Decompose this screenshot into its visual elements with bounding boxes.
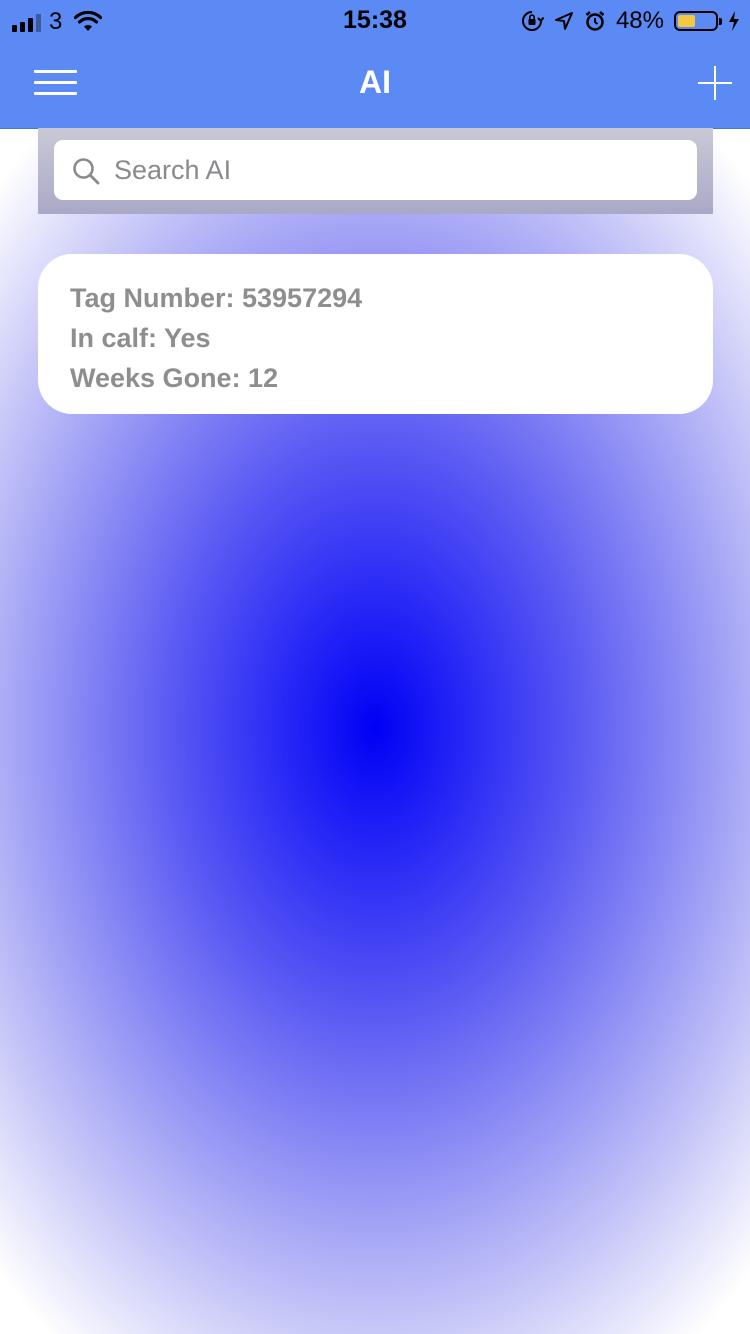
battery-level-fill <box>678 15 696 27</box>
charging-icon <box>729 11 739 31</box>
search-bar <box>38 128 713 214</box>
battery-icon <box>674 11 722 31</box>
status-right: 48% <box>520 7 740 35</box>
search-icon <box>73 158 100 185</box>
battery-percent: 48% <box>615 7 664 34</box>
add-record-button[interactable] <box>698 66 732 100</box>
header: AI <box>0 40 750 129</box>
orientation-lock-icon <box>521 11 544 31</box>
search-input[interactable] <box>114 140 674 200</box>
in-calf-text: In calf: Yes <box>70 323 211 353</box>
ai-record-card[interactable]: Tag Number: 53957294 In calf: Yes Weeks … <box>38 254 713 414</box>
page-title: AI <box>359 64 391 100</box>
location-icon <box>554 12 573 30</box>
search-field[interactable] <box>54 140 697 200</box>
alarm-icon <box>585 11 605 31</box>
weeks-gone-text: Weeks Gone: 12 <box>70 363 279 393</box>
status-bar: 3 15:38 48% <box>0 0 750 40</box>
tag-number-text: Tag Number: 53957294 <box>70 283 363 313</box>
